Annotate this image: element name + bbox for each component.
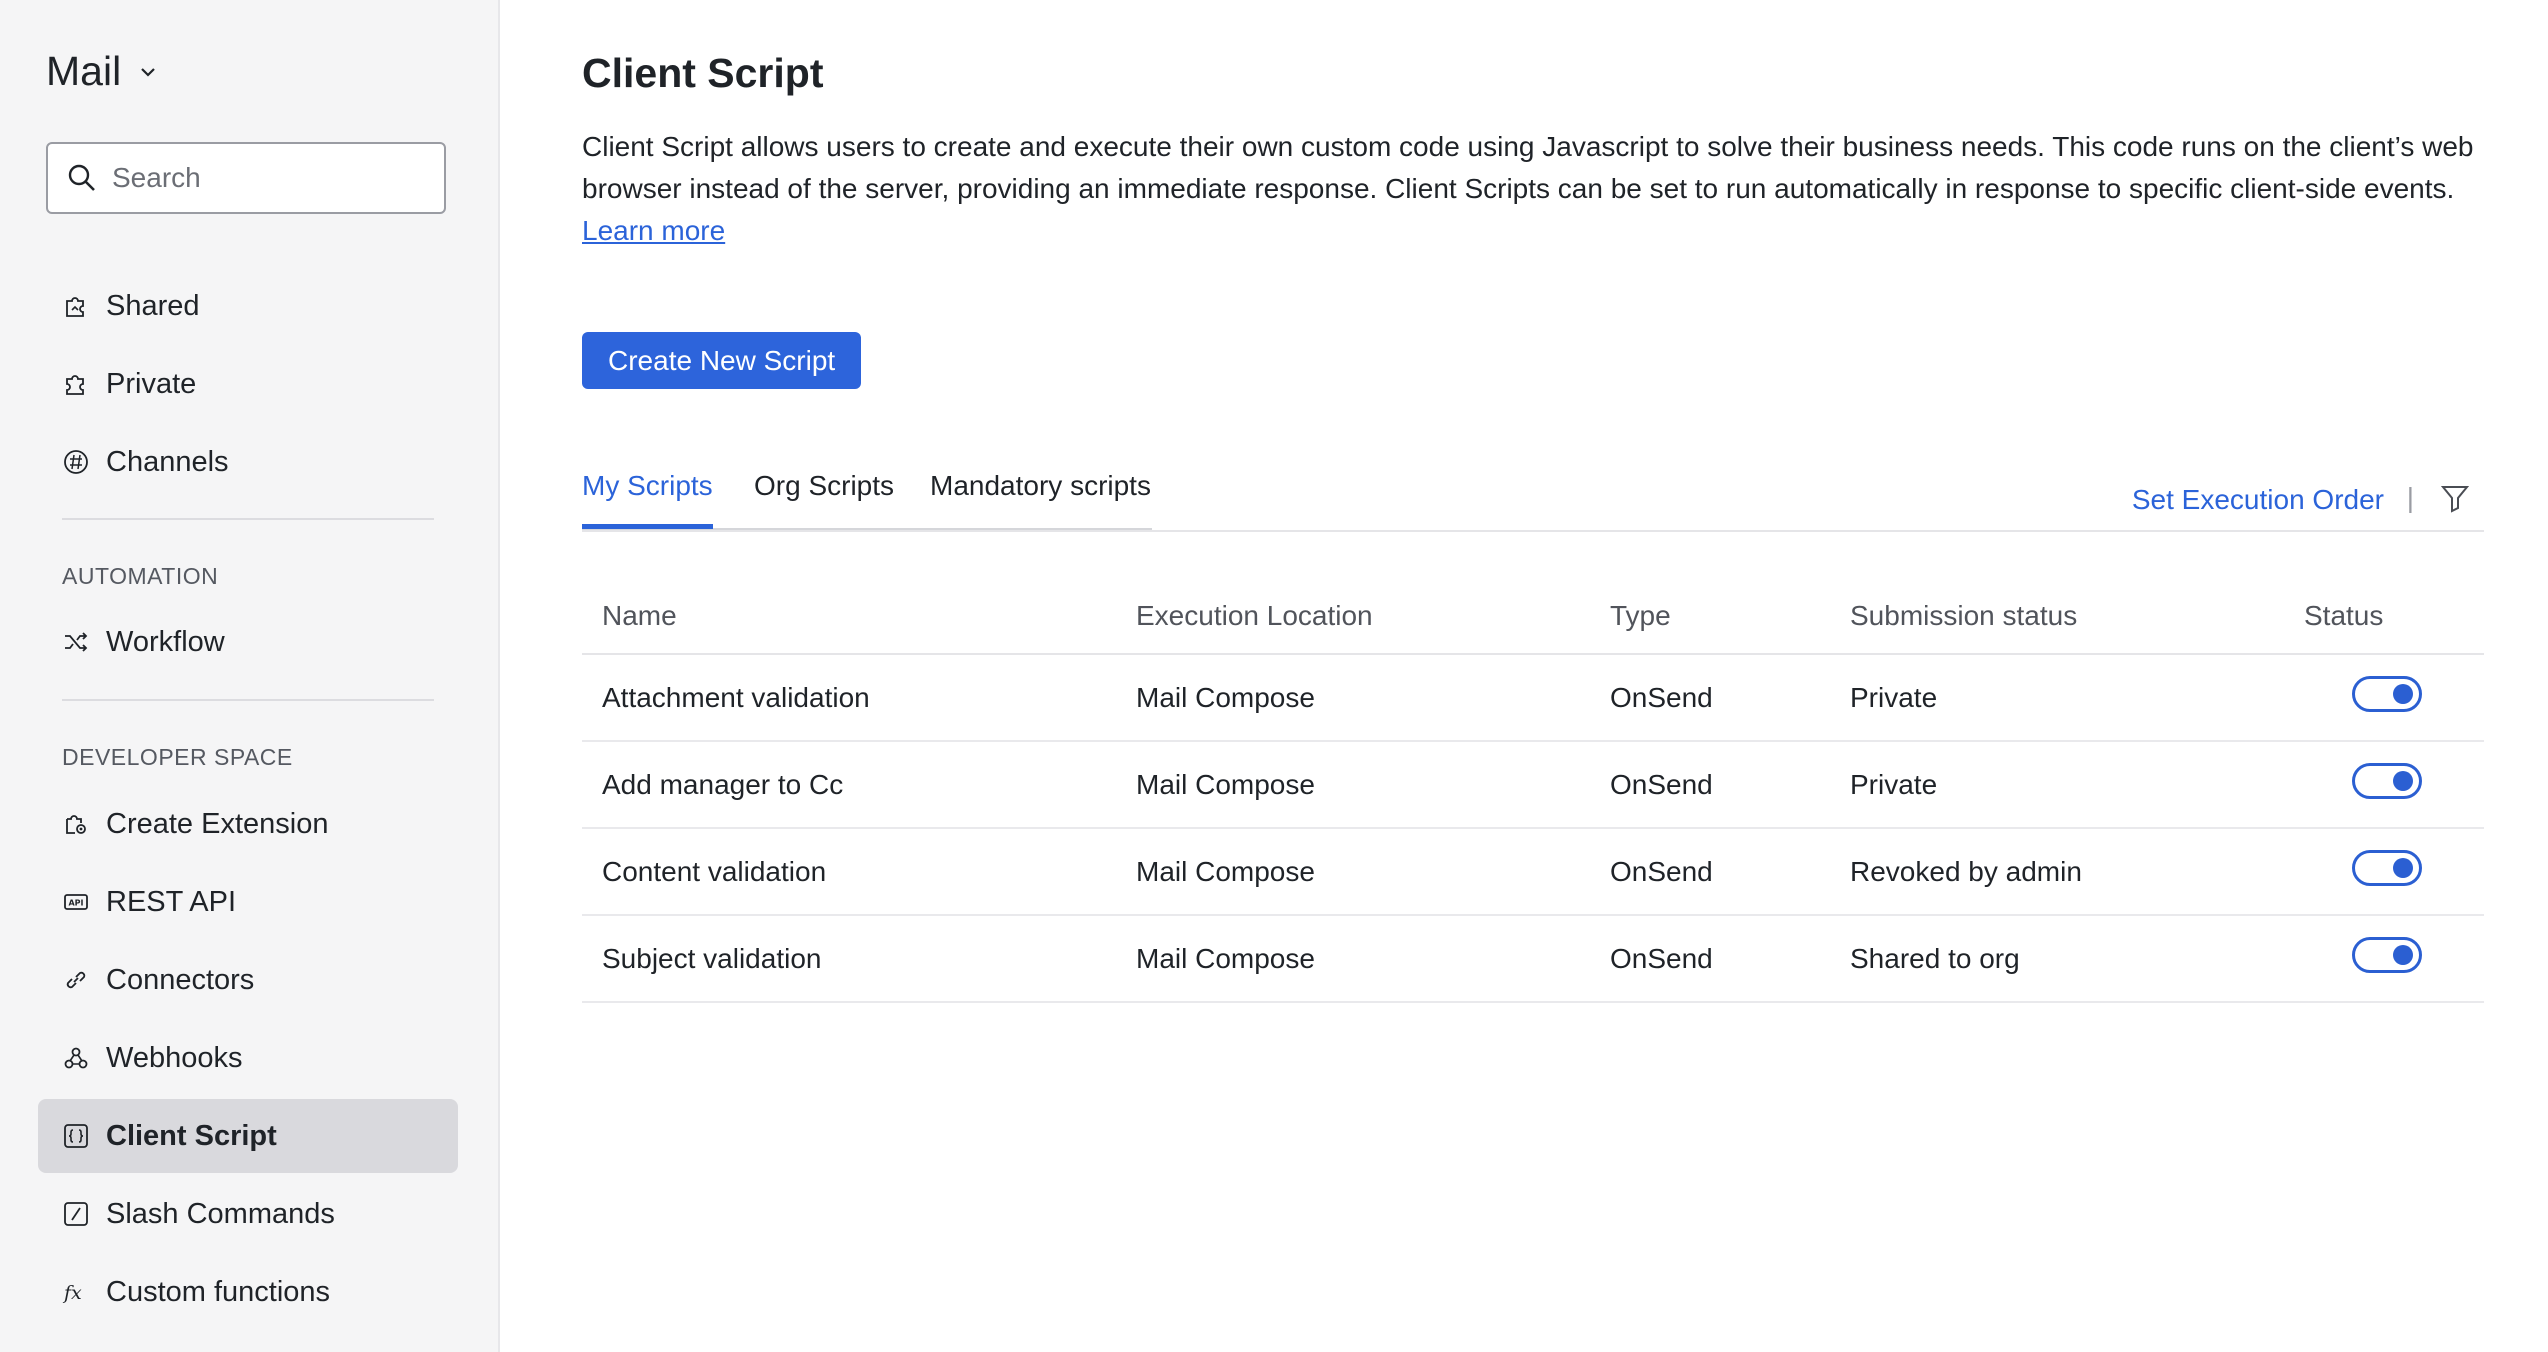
toggle-knob: [2393, 858, 2413, 878]
script-submission-status: Private: [1850, 654, 2304, 742]
shared-puzzle-icon: [66, 297, 84, 317]
status-cell: [2304, 654, 2484, 742]
page-title: Client Script: [582, 50, 824, 96]
sidebar-item-client-script[interactable]: Client Script: [38, 1099, 458, 1173]
search-icon: [68, 164, 95, 191]
page-description: Client Script allows users to create and…: [582, 126, 2548, 252]
script-type: OnSend: [1610, 741, 1850, 829]
app-switcher[interactable]: Mail: [46, 48, 157, 95]
section-title-automation: AUTOMATION: [62, 563, 219, 589]
table-row[interactable]: Add manager to Cc Mail Compose OnSend Pr…: [582, 741, 2484, 829]
channels-icon: [64, 450, 88, 474]
webhook-icon: [64, 1047, 88, 1069]
column-header-execution-location[interactable]: Execution Location: [1136, 578, 1610, 655]
sidebar-item-label: Custom functions: [106, 1275, 331, 1308]
script-location: Mail Compose: [1136, 741, 1610, 829]
sidebar-item-label: Client Script: [106, 1119, 277, 1152]
sidebar-item-slash-commands[interactable]: Slash Commands: [38, 1177, 458, 1251]
main-content: Client Script Client Script allows users…: [500, 0, 2548, 1352]
status-toggle[interactable]: [2352, 850, 2422, 886]
sidebar-item-create-extension[interactable]: Create Extension: [38, 787, 458, 861]
script-name[interactable]: Attachment validation: [582, 654, 1136, 742]
shuffle-icon: [65, 632, 88, 652]
chevron-down-icon: [141, 67, 155, 77]
slash-icon: [64, 1202, 88, 1226]
section-title-developer-space: DEVELOPER SPACE: [62, 744, 293, 770]
sidebar: Mail Shared Private: [0, 0, 500, 1352]
sidebar-item-label: REST API: [106, 885, 237, 918]
learn-more-link[interactable]: Learn more: [582, 215, 725, 246]
sidebar-item-label: Create Extension: [106, 807, 329, 840]
extension-gear-icon: [66, 815, 86, 834]
tab-mandatory-scripts[interactable]: Mandatory scripts: [930, 470, 1151, 524]
script-name[interactable]: Add manager to Cc: [582, 741, 1136, 829]
column-header-name[interactable]: Name: [582, 578, 1136, 655]
script-submission-status: Private: [1850, 741, 2304, 829]
api-icon: API: [64, 894, 88, 910]
tab-org-scripts[interactable]: Org Scripts: [754, 470, 894, 524]
status-toggle[interactable]: [2352, 937, 2422, 973]
column-header-status: Status: [2304, 578, 2484, 655]
create-new-script-button[interactable]: Create New Script: [582, 332, 862, 389]
script-type: OnSend: [1610, 915, 1850, 1003]
tabs-bar: My Scripts Org Scripts Mandatory scripts…: [582, 462, 2484, 532]
link-icon: [66, 971, 86, 989]
status-toggle[interactable]: [2352, 676, 2422, 712]
script-location: Mail Compose: [1136, 654, 1610, 742]
sidebar-item-rest-api[interactable]: API REST API: [38, 865, 458, 939]
script-name[interactable]: Content validation: [582, 828, 1136, 916]
sidebar-item-private[interactable]: Private: [38, 347, 458, 421]
filter-icon[interactable]: [2440, 482, 2470, 514]
search-box[interactable]: [46, 142, 446, 214]
svg-text:fx: fx: [62, 1282, 82, 1304]
app-name: Mail: [46, 48, 122, 94]
table-header-row: Name Execution Location Type Submission …: [582, 578, 2484, 655]
script-location: Mail Compose: [1136, 915, 1610, 1003]
tab-my-scripts[interactable]: My Scripts: [582, 470, 713, 529]
svg-text:API: API: [68, 899, 83, 908]
sidebar-item-label: Private: [106, 367, 197, 400]
braces-icon: [64, 1124, 88, 1148]
sidebar-item-channels[interactable]: Channels: [38, 425, 458, 499]
scripts-table: Name Execution Location Type Submission …: [582, 578, 2484, 1003]
table-row[interactable]: Attachment validation Mail Compose OnSen…: [582, 654, 2484, 742]
status-cell: [2304, 741, 2484, 829]
toggle-knob: [2393, 945, 2413, 965]
sidebar-item-label: Channels: [106, 445, 229, 478]
status-cell: [2304, 915, 2484, 1003]
fx-icon: fx: [62, 1282, 82, 1304]
sidebar-divider: [62, 518, 434, 520]
column-header-type[interactable]: Type: [1610, 578, 1850, 655]
sidebar-item-connectors[interactable]: Connectors: [38, 943, 458, 1017]
sidebar-item-label: Shared: [106, 289, 200, 322]
toggle-knob: [2393, 684, 2413, 704]
sidebar-item-label: Slash Commands: [106, 1197, 335, 1230]
toolbar-separator: |: [2406, 482, 2414, 513]
sidebar-item-label: Workflow: [106, 625, 225, 658]
sidebar-item-custom-functions[interactable]: fx Custom functions: [38, 1255, 458, 1329]
description-line: Client Script allows users to create and…: [582, 131, 2474, 162]
column-header-submission-status[interactable]: Submission status: [1850, 578, 2304, 655]
search-input[interactable]: [112, 162, 432, 194]
sidebar-item-shared[interactable]: Shared: [38, 269, 458, 343]
status-cell: [2304, 828, 2484, 916]
sidebar-divider: [62, 699, 434, 701]
sidebar-item-label: Webhooks: [106, 1041, 243, 1074]
status-toggle[interactable]: [2352, 763, 2422, 799]
sidebar-item-workflow[interactable]: Workflow: [38, 605, 458, 679]
script-submission-status: Revoked by admin: [1850, 828, 2304, 916]
sidebar-item-label: Connectors: [106, 963, 255, 996]
puzzle-icon: [66, 375, 84, 395]
script-location: Mail Compose: [1136, 828, 1610, 916]
sidebar-item-webhooks[interactable]: Webhooks: [38, 1021, 458, 1095]
script-type: OnSend: [1610, 828, 1850, 916]
table-row[interactable]: Content validation Mail Compose OnSend R…: [582, 828, 2484, 916]
set-execution-order-link[interactable]: Set Execution Order: [2132, 484, 2384, 516]
table-row[interactable]: Subject validation Mail Compose OnSend S…: [582, 915, 2484, 1003]
script-type: OnSend: [1610, 654, 1850, 742]
description-line: browser instead of the server, providing…: [582, 173, 2455, 204]
script-name[interactable]: Subject validation: [582, 915, 1136, 1003]
toggle-knob: [2393, 771, 2413, 791]
script-submission-status: Shared to org: [1850, 915, 2304, 1003]
